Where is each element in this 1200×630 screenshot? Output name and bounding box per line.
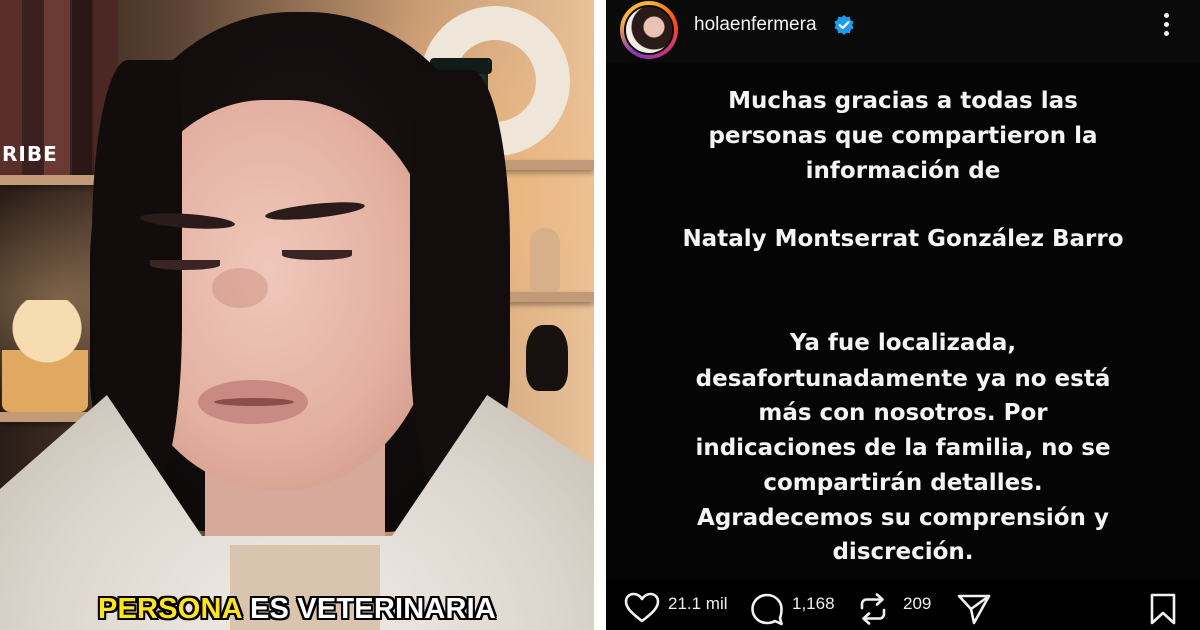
right-eye [282, 250, 352, 260]
instagram-story: holaenfermera Muchas gracias a todas las… [606, 0, 1200, 630]
action-bar: 21.1 mil 1,168 209 [606, 586, 1200, 630]
story-text-line: personas que compartieron la [708, 123, 1098, 149]
caption-text: ES VETERINARIA [241, 593, 497, 625]
story-text-line: más con nosotros. Por [758, 400, 1048, 426]
caption-highlight: PERSONA [97, 593, 242, 625]
bookmark-icon[interactable] [1148, 592, 1178, 626]
book-spine-text: RIBE [2, 142, 58, 166]
avatar-image [624, 5, 674, 55]
left-eye [150, 260, 220, 270]
reposts-count: 209 [903, 594, 932, 613]
story-text-line: Ya fue localizada, [789, 330, 1017, 356]
video-caption: PERSONA ES VETERINARIA [0, 593, 594, 626]
share-icon[interactable] [956, 592, 992, 626]
decor-cupcake [2, 300, 88, 412]
decor-figurine [530, 228, 560, 292]
decor-black-vase [526, 325, 568, 391]
story-text-line: información de [805, 158, 1001, 184]
story-text-line: compartirán detalles. [763, 470, 1043, 496]
story-header: holaenfermera [606, 0, 1200, 62]
story-text-line: indicaciones de la familia, no se [695, 435, 1111, 461]
person-mouth [214, 398, 294, 406]
story-text-line: Agradecemos su comprensión y [697, 505, 1109, 531]
comment-icon[interactable] [750, 592, 784, 626]
heart-icon[interactable] [624, 592, 660, 624]
comments-count: 1,168 [792, 594, 835, 613]
story-text-line: Muchas gracias a todas las [728, 88, 1078, 114]
username[interactable]: holaenfermera [694, 14, 817, 36]
book [72, 0, 92, 175]
likes-count: 21.1 mil [668, 594, 728, 613]
story-text-line: desafortunadamente ya no está [695, 366, 1111, 392]
divider [594, 0, 606, 630]
repost-icon[interactable] [856, 592, 890, 626]
verified-icon [834, 15, 854, 35]
avatar[interactable] [620, 1, 678, 59]
more-icon[interactable] [1158, 10, 1174, 40]
story-content: Muchas gracias a todas las personas que … [606, 62, 1200, 580]
story-text-line: Nataly Montserrat González Barro [682, 226, 1124, 252]
story-text-line: discreción. [832, 539, 974, 565]
video-frame: RIBE PERSONA ES VETERINARIA [0, 0, 594, 630]
person-nose [212, 268, 268, 308]
